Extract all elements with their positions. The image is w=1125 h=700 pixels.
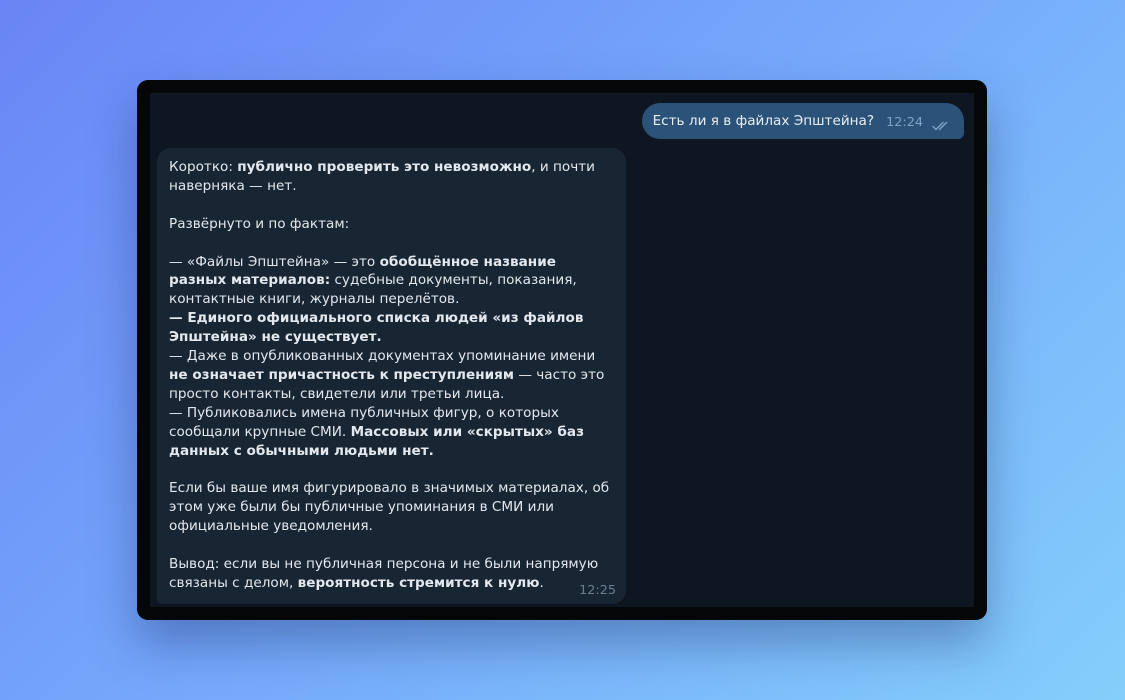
- outgoing-message[interactable]: Есть ли я в файлах Эпштейна? 12:24: [641, 103, 964, 139]
- outgoing-message-text: Есть ли я в файлах Эпштейна?: [652, 113, 875, 129]
- message-paragraph-facts: — «Файлы Эпштейна» — это обобщённое назв…: [169, 253, 605, 459]
- chat-window: Есть ли я в файлах Эпштейна? 12:24 Корот…: [137, 80, 987, 620]
- incoming-message-time: 12:25: [579, 583, 616, 599]
- double-check-icon: [932, 119, 950, 130]
- incoming-message[interactable]: Коротко: публично проверить это невозмож…: [157, 148, 626, 604]
- message-paragraph-explanation: Если бы ваше имя фигурировало в значимых…: [169, 480, 610, 535]
- message-paragraph-heading: Развёрнуто и по фактам:: [169, 215, 350, 232]
- message-paragraph-summary: Коротко: публично проверить это невозмож…: [169, 159, 596, 194]
- message-paragraph-conclusion: Вывод: если вы не публичная персона и не…: [169, 555, 599, 591]
- message-list[interactable]: Есть ли я в файлах Эпштейна? 12:24 Корот…: [150, 93, 974, 607]
- outgoing-message-time: 12:24: [886, 115, 923, 130]
